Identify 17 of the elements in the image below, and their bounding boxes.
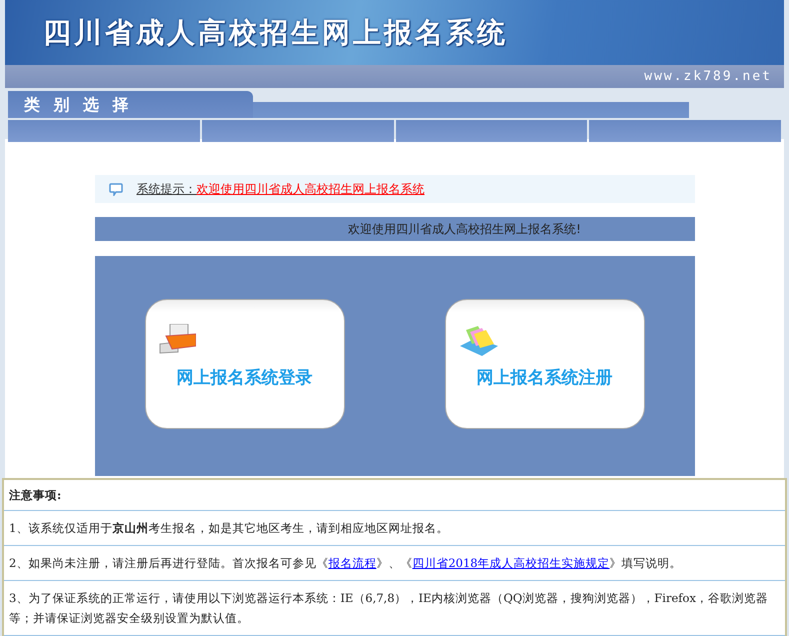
speech-bubble-icon xyxy=(108,182,122,196)
notice-text: 3、为了保证系统的正常运行，请使用以下浏览器运行本系统：IE（6,7,8），IE内核浏览器（QQ浏览器，搜狗浏览器），Firefox，谷歌浏览器等；并请保证浏览器安全级别设置为默认值。 xyxy=(9,591,768,625)
site-title: 四川省成人高校招生网上报名系统 xyxy=(43,14,508,50)
welcome-text: 欢迎使用四川省成人高校招生网上报名系统! xyxy=(348,220,581,238)
notice-text: 2、如果尚未注册，请注册后再进行登陆。首次报名可参见《报名流程》、《四川省2018年成人高校招生实施规定》填写说明。 xyxy=(9,556,682,570)
register-card[interactable]: 网上报名系统注册 xyxy=(444,299,644,429)
tip-link[interactable]: 欢迎使用四川省成人高校招生网上报名系统 xyxy=(196,182,424,196)
notice-title: 注意事项: xyxy=(9,488,62,502)
notice-text: 1、该系统仅适用于京山州考生报名，如是其它地区考生，请到相应地区网址报名。 xyxy=(9,521,448,535)
notice-link[interactable]: 四川省2018年成人高校招生实施规定 xyxy=(412,556,610,570)
site-url: www.zk789.net xyxy=(644,69,772,84)
books-icon xyxy=(458,324,498,356)
drawer-icon xyxy=(158,324,196,354)
notice-link[interactable]: 报名流程 xyxy=(328,556,376,570)
login-card[interactable]: 网上报名系统登录 xyxy=(144,299,344,429)
category-title: 类 别 选 择 xyxy=(8,91,253,118)
tip-text: 系统提示：欢迎使用四川省成人高校招生网上报名系统 xyxy=(136,180,424,198)
